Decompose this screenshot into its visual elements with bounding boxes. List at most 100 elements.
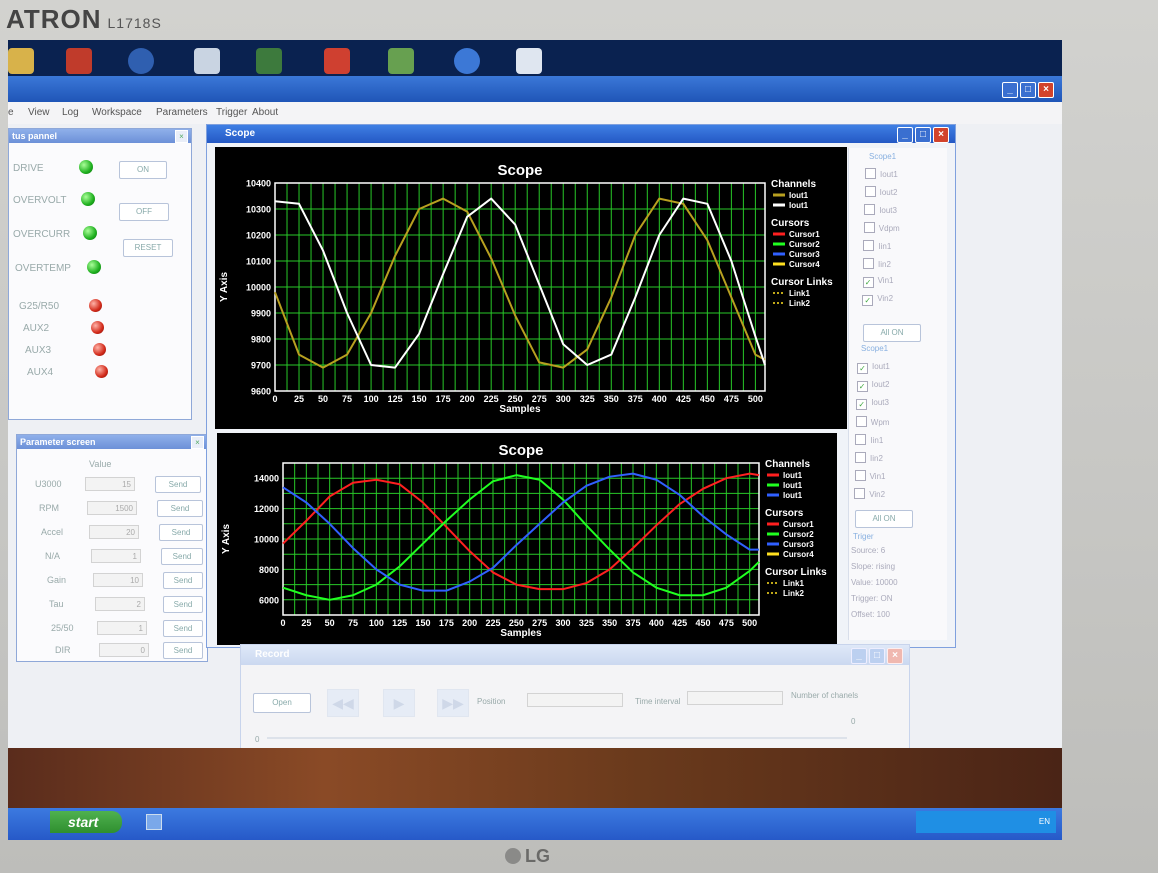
x-tick-label: 200 [462, 618, 477, 628]
checkbox-icon [865, 168, 876, 179]
group2-checkbox-iin1[interactable]: Iin1 [855, 434, 883, 445]
x-tick-label: 150 [415, 618, 430, 628]
param-field-na[interactable]: 1 [91, 549, 141, 563]
legend-cursor-label: Cursor2 [789, 240, 820, 249]
all-on-button-2[interactable]: All ON [855, 510, 913, 528]
taskbar-app-icon[interactable] [146, 814, 162, 830]
minimize-icon[interactable]: _ [897, 127, 913, 143]
off-button[interactable]: OFF [119, 203, 169, 221]
send-button-gain[interactable]: Send [163, 572, 203, 589]
send-button-na[interactable]: Send [161, 548, 203, 565]
group1-checkbox-iin2[interactable]: Iin2 [863, 258, 891, 269]
x-tick-label: 400 [649, 618, 664, 628]
trigger-slope: Slope: rising [851, 562, 896, 571]
group2-checkbox-wpm[interactable]: Wpm [855, 416, 889, 427]
window-icon[interactable] [516, 48, 542, 74]
rewind-button[interactable]: ◀◀ [327, 689, 359, 717]
all-on-button-1[interactable]: All ON [863, 324, 921, 342]
maximize-icon[interactable]: □ [869, 648, 885, 664]
app-titlebar [8, 76, 1062, 102]
chart-title: Scope [497, 162, 542, 179]
record-slider-track[interactable] [267, 737, 847, 739]
play-button[interactable]: ▶ [383, 689, 415, 717]
maximize-icon[interactable]: □ [1020, 82, 1036, 98]
group1-checkbox-vdpm[interactable]: Vdpm [863, 222, 900, 233]
legend-channel-label: Iout1 [783, 491, 803, 500]
param-field-u3000[interactable]: 15 [85, 477, 135, 491]
group1-checkbox-iout2[interactable]: Iout2 [864, 186, 897, 197]
group2-checkbox-iout2[interactable]: ✓ Iout2 [856, 380, 889, 392]
send-button-accel[interactable]: Send [159, 524, 203, 541]
param-field-accel[interactable]: 20 [89, 525, 139, 539]
send-button-u3000[interactable]: Send [155, 476, 201, 493]
forward-button[interactable]: ▶▶ [437, 689, 469, 717]
minimize-icon[interactable]: _ [1002, 82, 1018, 98]
menu-item-view[interactable]: View [28, 107, 50, 118]
close-icon[interactable]: × [175, 130, 188, 143]
open-button[interactable]: Open [253, 693, 311, 713]
group1-checkbox-vin2[interactable]: ✓ Vin2 [862, 294, 893, 306]
browser-icon[interactable] [454, 48, 480, 74]
status-label-overcurr: OVERCURR [13, 229, 71, 240]
start-button[interactable]: start [50, 811, 122, 833]
acrobat-icon[interactable] [66, 48, 92, 74]
on-button[interactable]: ON [119, 161, 167, 179]
x-tick-label: 225 [484, 394, 499, 404]
legend-channel-label: Iout1 [789, 201, 809, 210]
taskbar: start EN [8, 808, 1062, 840]
x-tick-label: 300 [556, 394, 571, 404]
x-tick-label: 0 [272, 394, 277, 404]
checkbox-label: Iin2 [870, 454, 883, 463]
group2-checkbox-vin2[interactable]: Vin2 [854, 488, 885, 499]
send-button-2550[interactable]: Send [163, 620, 203, 637]
param-field-2550[interactable]: 1 [97, 621, 147, 635]
chart-title: Scope [498, 442, 543, 459]
menu-item-file[interactable]: e [8, 107, 14, 118]
network-icon[interactable] [128, 48, 154, 74]
param-label-2550: 25/50 [51, 623, 74, 633]
desktop-icon[interactable] [8, 48, 34, 74]
checkbox-label: Iout1 [872, 362, 890, 371]
menu-item-about[interactable]: About [252, 107, 278, 118]
param-field-gain[interactable]: 10 [93, 573, 143, 587]
param-field-rpm[interactable]: 1500 [87, 501, 137, 515]
minimize-icon[interactable]: _ [851, 648, 867, 664]
close-icon[interactable]: × [887, 648, 903, 664]
time-interval-field[interactable] [687, 691, 783, 705]
menu-item-log[interactable]: Log [62, 107, 79, 118]
group1-checkbox-iout3[interactable]: Iout3 [864, 204, 897, 215]
group2-checkbox-iout3[interactable]: ✓ Iout3 [856, 398, 889, 410]
slider-max-label: 0 [851, 717, 856, 726]
app-window-controls: _ □ × [1002, 82, 1054, 98]
param-field-tau[interactable]: 2 [95, 597, 145, 611]
x-tick-label: 225 [485, 618, 500, 628]
send-button-tau[interactable]: Send [163, 596, 203, 613]
group2-checkbox-iin2[interactable]: Iin2 [855, 452, 883, 463]
close-icon[interactable]: × [933, 127, 949, 143]
group2-checkbox-vin1[interactable]: Vin1 [854, 470, 885, 481]
send-button-rpm[interactable]: Send [157, 500, 203, 517]
menu-item-parameters[interactable]: Parameters [156, 107, 208, 118]
x-axis-label: Samples [499, 404, 541, 415]
checkbox-label: Iin1 [870, 436, 884, 445]
spreadsheet-icon[interactable] [256, 48, 282, 74]
menu-item-trigger[interactable]: Trigger [216, 107, 247, 118]
document-icon[interactable] [194, 48, 220, 74]
printer-icon[interactable] [324, 48, 350, 74]
group1-checkbox-iin1[interactable]: Iin1 [863, 240, 891, 251]
send-button-dir[interactable]: Send [163, 642, 203, 659]
group1-checkbox-iout1[interactable]: Iout1 [865, 168, 898, 179]
close-icon[interactable]: × [1038, 82, 1054, 98]
group2-checkbox-iout1[interactable]: ✓ Iout1 [857, 362, 890, 374]
mail-icon[interactable] [388, 48, 414, 74]
group1-checkbox-vin1[interactable]: ✓ Vin1 [862, 276, 893, 288]
x-tick-label: 175 [436, 394, 451, 404]
menu-item-workspace[interactable]: Workspace [92, 107, 142, 118]
reset-button[interactable]: RESET [123, 239, 173, 257]
close-icon[interactable]: × [191, 436, 204, 449]
y-tick-label: 10200 [246, 231, 271, 241]
maximize-icon[interactable]: □ [915, 127, 931, 143]
param-field-dir[interactable]: 0 [99, 643, 149, 657]
position-field[interactable] [527, 693, 623, 707]
group1-label: Scope1 [869, 152, 897, 161]
